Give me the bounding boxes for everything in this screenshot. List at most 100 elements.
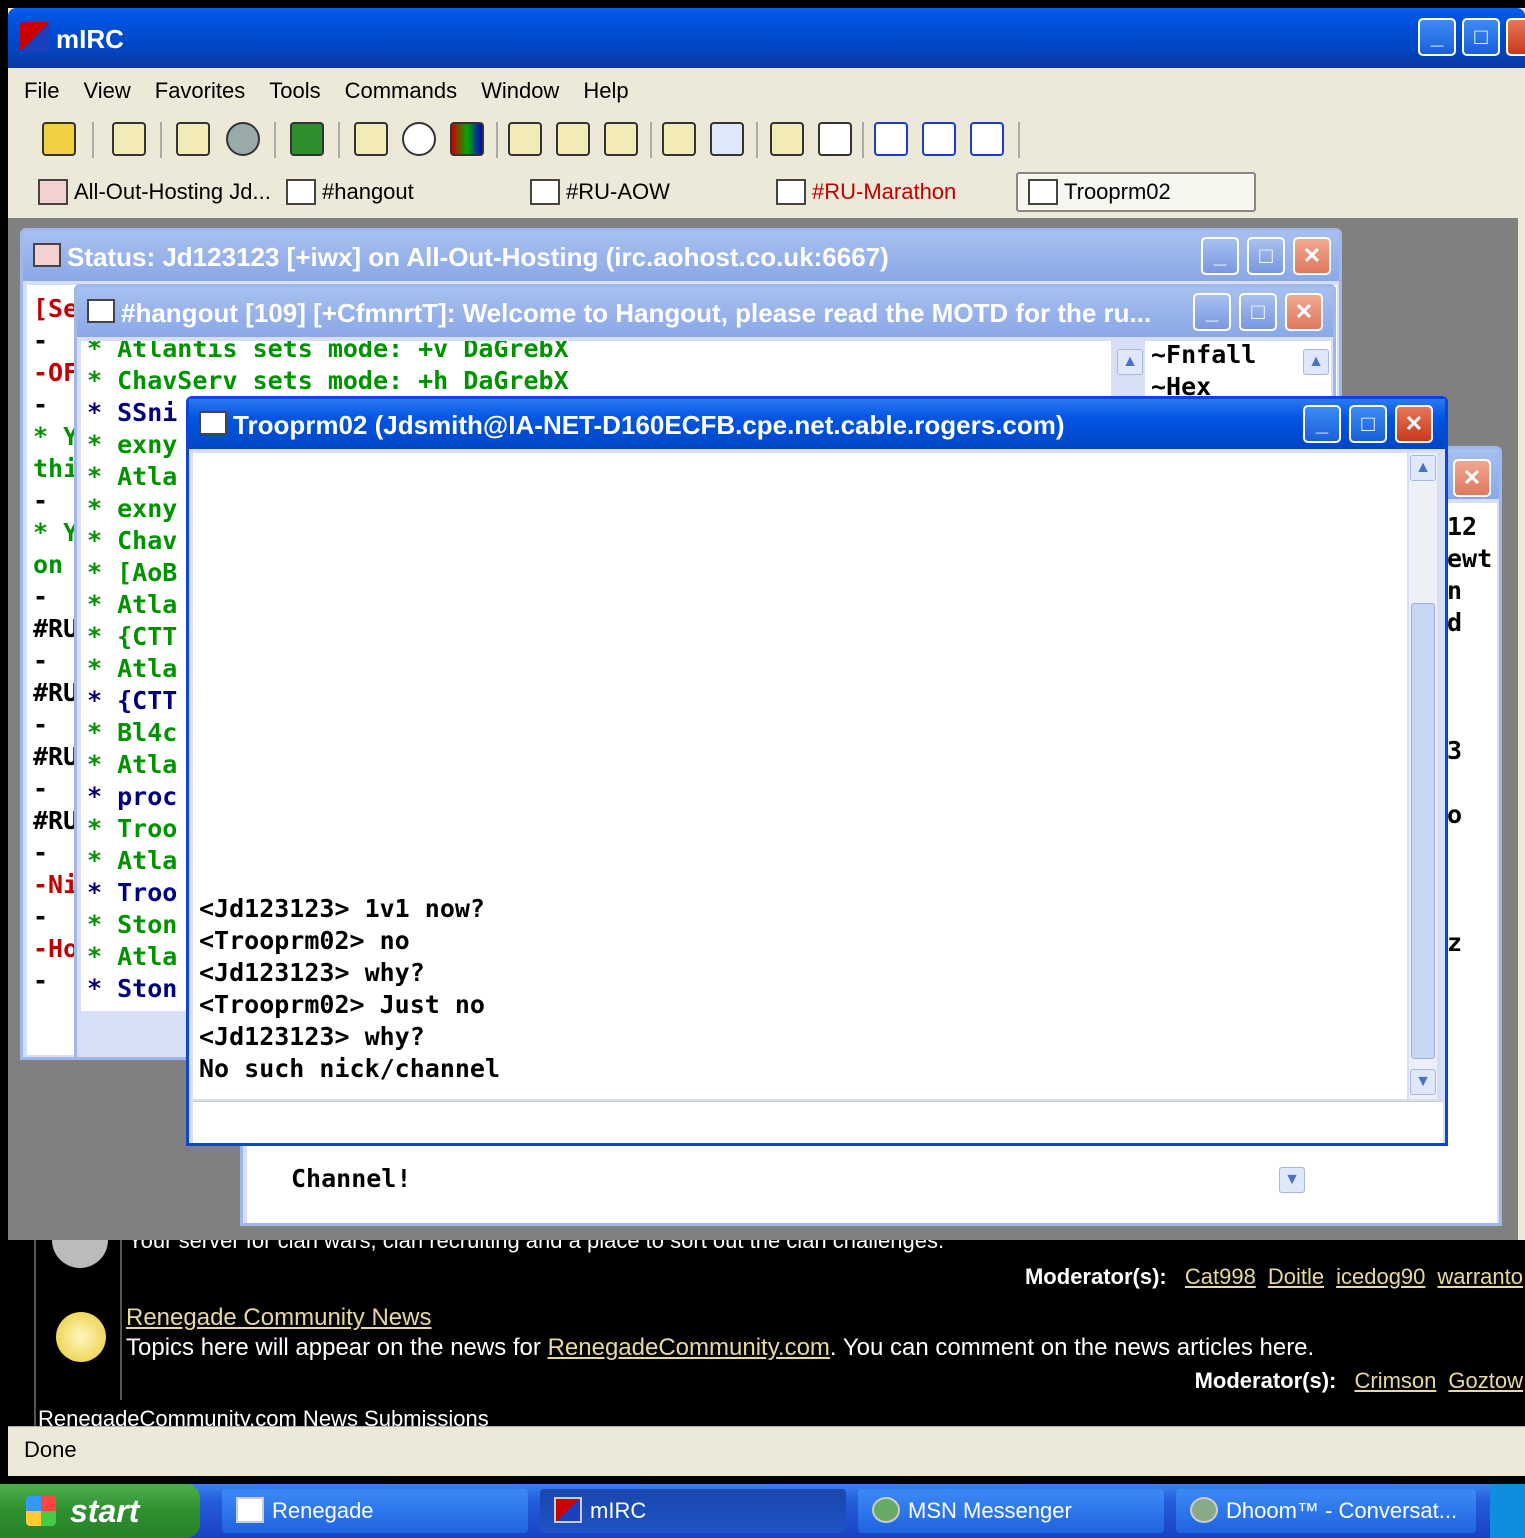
- close-button[interactable]: [1506, 18, 1525, 56]
- menu-file[interactable]: File: [24, 78, 59, 104]
- cascade-icon[interactable]: [970, 122, 1004, 156]
- start-button[interactable]: start: [0, 1484, 200, 1538]
- task-msn-messenger[interactable]: MSN Messenger: [858, 1489, 1164, 1533]
- notify-list-icon[interactable]: [770, 122, 804, 156]
- moderators-row-1: Moderator(s): Cat998 Doitle icedog90 warran…: [1024, 1264, 1523, 1289]
- message-line: ~Fnfall: [1151, 341, 1257, 369]
- switchbar-tab-status[interactable]: All-Out-Hosting Jd...: [38, 172, 271, 212]
- menu-commands[interactable]: Commands: [345, 78, 457, 104]
- query-maximize-button[interactable]: □: [1349, 405, 1387, 443]
- hangout-minimize-button[interactable]: _: [1193, 293, 1231, 331]
- channel-window-icon: [286, 179, 316, 205]
- mirc-title-bar[interactable]: mIRC _ □: [8, 8, 1525, 68]
- forum-title-link[interactable]: Renegade Community News: [126, 1304, 431, 1332]
- message-line: -: [33, 902, 49, 931]
- forum-description: Topics here will appear on the news for …: [126, 1334, 1315, 1361]
- moderator-link[interactable]: icedog90: [1336, 1264, 1425, 1289]
- task-mirc[interactable]: mIRC: [540, 1489, 846, 1533]
- renegade-community-link[interactable]: RenegadeCommunity.com: [548, 1334, 830, 1361]
- task-conversation[interactable]: Dhoom™ - Conversat...: [1176, 1489, 1476, 1533]
- switchbar-tab-ru-aow[interactable]: #RU-AOW: [530, 172, 670, 212]
- query-minimize-button[interactable]: _: [1303, 405, 1341, 443]
- nicklist-scroll-up[interactable]: ▲: [1303, 349, 1329, 375]
- channels-folder-icon[interactable]: [176, 122, 210, 156]
- tile-horizontal-icon[interactable]: [874, 122, 908, 156]
- colors-icon[interactable]: [450, 122, 484, 156]
- query-scroll-up[interactable]: ▲: [1410, 455, 1436, 481]
- message-line: -OF: [33, 358, 79, 387]
- timer-icon[interactable]: [402, 122, 436, 156]
- menu-tools[interactable]: Tools: [269, 78, 320, 104]
- message-line: <Jd123123> 1v1 now?: [199, 894, 485, 923]
- moderator-link[interactable]: Goztow: [1448, 1368, 1523, 1393]
- msn-icon: [872, 1497, 900, 1523]
- forum-partial-bottom[interactable]: RenegadeCommunity.com News Submissions: [38, 1406, 489, 1426]
- dcc-options-icon[interactable]: [604, 122, 638, 156]
- status-close-button[interactable]: ✕: [1293, 237, 1331, 275]
- moderator-link[interactable]: warranto: [1437, 1264, 1523, 1289]
- channel-window-icon: [776, 179, 806, 205]
- url-list-icon[interactable]: [818, 122, 852, 156]
- system-tray-edge: [1490, 1484, 1525, 1538]
- hangout-title-bar[interactable]: #hangout [109] [+CfmnrtT]: Welcome to Ha…: [77, 287, 1333, 337]
- message-line: <Trooprm02> Just no: [199, 990, 485, 1019]
- status-maximize-button[interactable]: □: [1247, 237, 1285, 275]
- message-line: -: [33, 486, 49, 515]
- logs-icon[interactable]: [710, 122, 744, 156]
- channel-list-icon[interactable]: [226, 122, 260, 156]
- message-line: #RU: [33, 614, 79, 643]
- dcc-chat-icon[interactable]: [556, 122, 590, 156]
- message-line-fragment: z: [1447, 928, 1463, 957]
- options-icon[interactable]: [112, 122, 146, 156]
- menu-view[interactable]: View: [83, 78, 130, 104]
- query-window[interactable]: Trooprm02 (Jdsmith@IA-NET-D160ECFB.cpe.n…: [186, 396, 1448, 1146]
- status-window-icon: [33, 243, 61, 267]
- menu-favorites[interactable]: Favorites: [155, 78, 245, 104]
- message-line: thi: [33, 454, 79, 483]
- message-line: #RU: [33, 678, 79, 707]
- toolbar-separator: [274, 122, 276, 158]
- marathon-scroll-down[interactable]: ▼: [1279, 1167, 1305, 1193]
- task-renegade[interactable]: Renegade: [222, 1489, 528, 1533]
- query-message-area: <Jd123123> 1v1 now? <Trooprm02> no <Jd1231…: [193, 453, 1407, 1099]
- message-line: -: [33, 582, 49, 611]
- query-title-bar[interactable]: Trooprm02 (Jdsmith@IA-NET-D160ECFB.cpe.n…: [189, 399, 1445, 449]
- address-book-icon[interactable]: [354, 122, 388, 156]
- scripts-editor-icon[interactable]: [290, 122, 324, 156]
- moderator-link[interactable]: Doitle: [1268, 1264, 1324, 1289]
- menu-help[interactable]: Help: [583, 78, 628, 104]
- query-scroll-thumb[interactable]: [1411, 603, 1435, 1059]
- query-input[interactable]: [193, 1101, 1443, 1143]
- hangout-close-button[interactable]: ✕: [1285, 293, 1323, 331]
- switchbar-tab-trooprm02[interactable]: Trooprm02: [1016, 172, 1256, 212]
- message-line: [Se: [33, 294, 79, 323]
- received-files-icon[interactable]: [662, 122, 696, 156]
- mirc-icon: [554, 1497, 582, 1523]
- toolbar-separator: [756, 122, 758, 158]
- status-window-icon: [38, 179, 68, 205]
- connect-icon[interactable]: [42, 122, 76, 156]
- query-scroll-down[interactable]: ▼: [1410, 1069, 1436, 1095]
- status-minimize-button[interactable]: _: [1201, 237, 1239, 275]
- switchbar-tab-ru-marathon[interactable]: #RU-Marathon: [776, 172, 956, 212]
- forum-grid-mid: [120, 1240, 122, 1400]
- status-title-bar[interactable]: Status: Jd123123 [+iwx] on All-Out-Hosti…: [23, 231, 1339, 281]
- marathon-close-button[interactable]: ✕: [1453, 459, 1491, 497]
- query-close-button[interactable]: ✕: [1395, 405, 1433, 443]
- hangout-maximize-button[interactable]: □: [1239, 293, 1277, 331]
- dcc-send-icon[interactable]: [508, 122, 542, 156]
- hangout-scroll-up[interactable]: ▲: [1117, 349, 1143, 375]
- message-line: -: [33, 646, 49, 675]
- moderator-link[interactable]: Cat998: [1185, 1264, 1256, 1289]
- moderator-link[interactable]: Crimson: [1355, 1368, 1437, 1393]
- menu-window[interactable]: Window: [481, 78, 559, 104]
- hangout-title: #hangout [109] [+CfmnrtT]: Welcome to Ha…: [121, 298, 1152, 328]
- tile-vertical-icon[interactable]: [922, 122, 956, 156]
- help-icon[interactable]: [1030, 122, 1064, 156]
- message-line: -: [33, 390, 49, 419]
- minimize-button[interactable]: _: [1418, 18, 1456, 56]
- browser-status-bar: Done: [8, 1426, 1525, 1472]
- maximize-button[interactable]: □: [1462, 18, 1500, 56]
- switchbar-tab-hangout[interactable]: #hangout: [286, 172, 414, 212]
- query-scrollbar[interactable]: ▲ ▼: [1409, 453, 1437, 1099]
